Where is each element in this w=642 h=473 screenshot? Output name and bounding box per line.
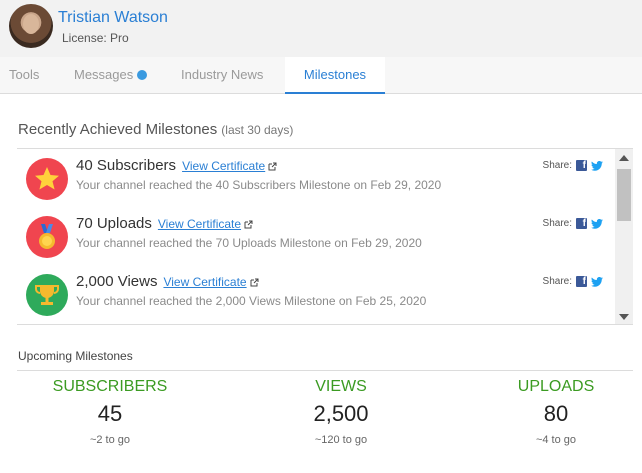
upcoming-milestones-title: Upcoming Milestones: [18, 349, 133, 363]
stat-uploads: UPLOADS 80 ~4 to go: [456, 378, 642, 446]
milestone-title-text: 2,000 Views: [76, 273, 158, 290]
tab-bar: Tools Messages Industry News Milestones: [0, 57, 642, 94]
license-label: License:: [62, 31, 107, 45]
share-label: Share:: [542, 218, 572, 229]
recent-subtitle: (last 30 days): [221, 123, 294, 137]
tab-messages-label: Messages: [74, 67, 134, 82]
avatar[interactable]: [9, 4, 53, 48]
medal-icon: [26, 216, 68, 258]
milestone-title: 2,000 Views View Certificate: [76, 273, 259, 290]
tab-messages[interactable]: Messages: [74, 57, 150, 94]
tab-milestones-label: Milestones: [303, 67, 367, 82]
twitter-icon[interactable]: [591, 218, 603, 229]
tab-industry-news-label: Industry News: [181, 67, 264, 82]
user-name[interactable]: Tristian Watson: [58, 9, 168, 27]
stat-views: VIEWS 2,500 ~120 to go: [241, 378, 441, 446]
view-certificate-link[interactable]: View Certificate: [182, 159, 265, 173]
tab-tools[interactable]: Tools: [9, 57, 43, 94]
stat-value: 45: [97, 401, 123, 426]
scroll-down-icon[interactable]: [619, 314, 629, 320]
stat-label: VIEWS: [315, 378, 367, 395]
recent-milestones-title: Recently Achieved Milestones (last 30 day…: [18, 121, 293, 138]
scroll-thumb[interactable]: [617, 169, 631, 221]
recent-title-text: Recently Achieved Milestones: [18, 121, 218, 138]
divider: [17, 370, 633, 371]
tab-industry-news[interactable]: Industry News: [181, 57, 271, 94]
stat-value: 2,500: [313, 401, 369, 426]
stat-subscribers: SUBSCRIBERS 45 ~2 to go: [10, 378, 210, 446]
tab-milestones[interactable]: Milestones: [285, 57, 385, 94]
list-item: 70 Uploads View Certificate Your channel …: [17, 207, 613, 265]
notification-dot: [137, 69, 148, 80]
milestone-title: 70 Uploads View Certificate: [76, 215, 253, 232]
external-link-icon[interactable]: [244, 220, 253, 229]
profile-header: Tristian Watson License: Pro: [0, 0, 642, 57]
medal-badge: [26, 216, 68, 258]
trophy-badge: [26, 274, 68, 316]
milestone-title-text: 40 Subscribers: [76, 157, 177, 174]
facebook-icon[interactable]: f: [576, 160, 587, 171]
stat-togo: ~4 to go: [535, 434, 577, 446]
license-info: License: Pro: [62, 31, 129, 45]
license-value: Pro: [110, 31, 129, 45]
star-icon: [26, 158, 68, 200]
view-certificate-link[interactable]: View Certificate: [158, 217, 241, 231]
twitter-icon[interactable]: [591, 276, 603, 287]
facebook-icon[interactable]: f: [576, 276, 587, 287]
milestone-title: 40 Subscribers View Certificate: [76, 157, 277, 174]
tab-tools-label: Tools: [9, 67, 40, 82]
share-label: Share:: [542, 160, 572, 171]
stat-togo: ~2 to go: [89, 434, 131, 446]
list-item: 2,000 Views View Certificate Your channel…: [17, 265, 613, 323]
stat-value: 80: [543, 401, 569, 426]
scroll-up-icon[interactable]: [619, 155, 629, 161]
share-row: Share: f: [543, 218, 603, 229]
milestone-title-text: 70 Uploads: [76, 215, 152, 232]
stat-label: SUBSCRIBERS: [52, 378, 168, 395]
milestone-description: Your channel reached the 40 Subscribers …: [76, 178, 442, 192]
stat-label: UPLOADS: [517, 378, 595, 395]
milestone-description: Your channel reached the 70 Uploads Mile…: [76, 236, 422, 250]
star-badge: [26, 158, 68, 200]
external-link-icon[interactable]: [250, 278, 259, 287]
scrollbar[interactable]: [615, 149, 633, 324]
share-row: Share: f: [543, 160, 603, 171]
share-label: Share:: [542, 276, 572, 287]
facebook-icon[interactable]: f: [576, 218, 587, 229]
external-link-icon[interactable]: [268, 162, 277, 171]
trophy-icon: [26, 274, 68, 316]
list-item: 40 Subscribers View Certificate Your chan…: [17, 149, 613, 207]
stat-togo: ~120 to go: [314, 434, 368, 446]
view-certificate-link[interactable]: View Certificate: [163, 275, 246, 289]
share-row: Share: f: [543, 276, 603, 287]
milestone-list: 40 Subscribers View Certificate Your chan…: [17, 148, 633, 325]
twitter-icon[interactable]: [591, 160, 603, 171]
milestone-description: Your channel reached the 2,000 Views Mil…: [76, 294, 427, 308]
